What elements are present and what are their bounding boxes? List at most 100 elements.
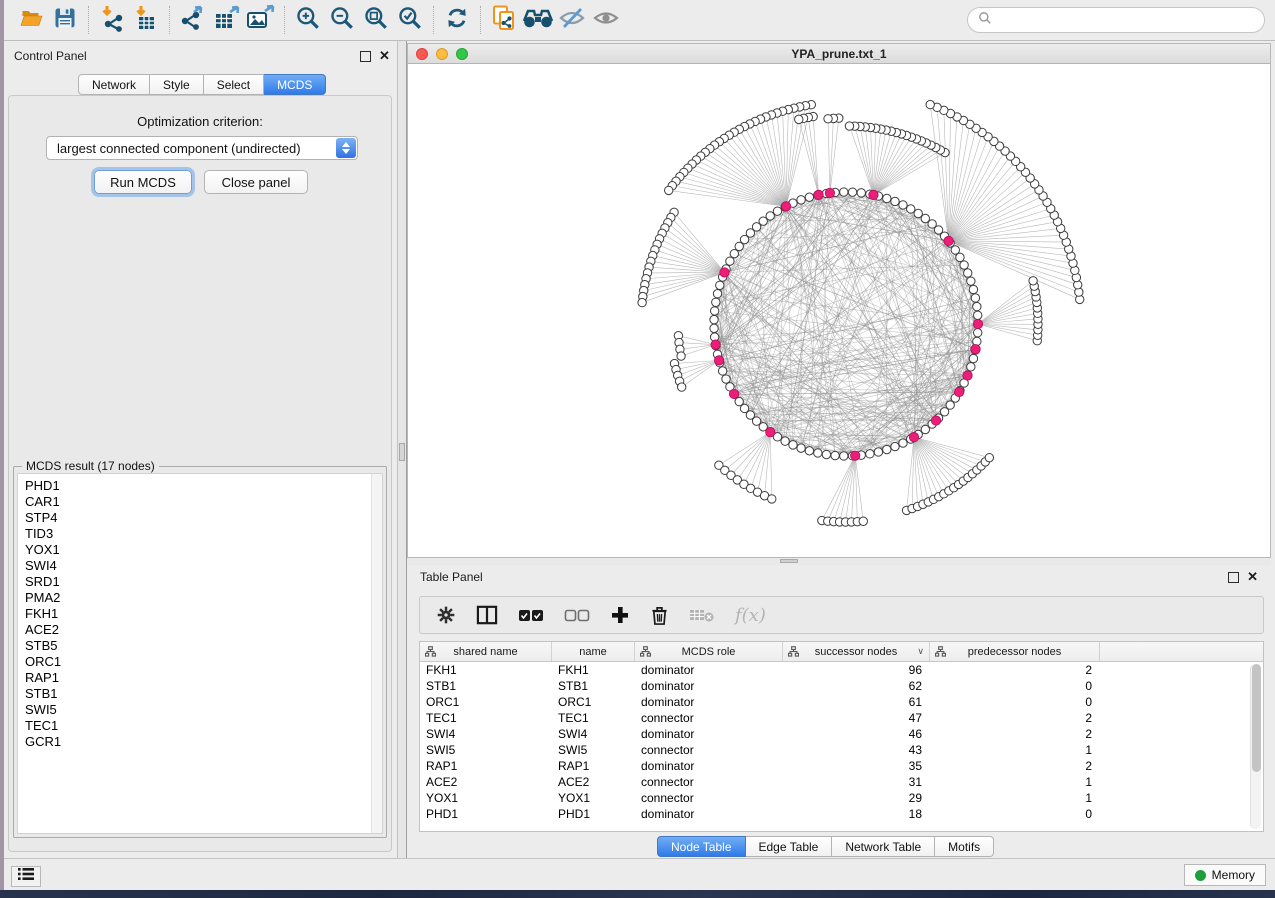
- cell-predecessor_nodes[interactable]: 0: [930, 678, 1100, 694]
- cell-name[interactable]: RAP1: [552, 758, 635, 774]
- cell-successor_nodes[interactable]: 43: [783, 742, 930, 758]
- cell-name[interactable]: STB1: [552, 678, 635, 694]
- cell-successor_nodes[interactable]: 61: [783, 694, 930, 710]
- table-scrollbar[interactable]: [1250, 664, 1261, 829]
- mcds-result-item[interactable]: STB1: [25, 686, 382, 702]
- mcds-result-item[interactable]: PHD1: [25, 478, 382, 494]
- cell-name[interactable]: SWI4: [552, 726, 635, 742]
- cell-name[interactable]: TEC1: [552, 710, 635, 726]
- cell-mcds_role[interactable]: dominator: [635, 726, 783, 742]
- mcds-result-item[interactable]: ACE2: [25, 622, 382, 638]
- cell-shared_name[interactable]: TEC1: [420, 710, 552, 726]
- mcds-result-item[interactable]: STB5: [25, 638, 382, 654]
- column-header-shared-name[interactable]: shared name: [420, 642, 552, 661]
- cell-shared_name[interactable]: RAP1: [420, 758, 552, 774]
- tab-node-table[interactable]: Node Table: [657, 836, 746, 857]
- cell-shared_name[interactable]: YOX1: [420, 790, 552, 806]
- cell-successor_nodes[interactable]: 96: [783, 662, 930, 678]
- import-network-button[interactable]: [95, 4, 129, 36]
- binoculars-button[interactable]: [521, 4, 555, 36]
- cell-successor_nodes[interactable]: 29: [783, 790, 930, 806]
- export-network-button[interactable]: [176, 4, 210, 36]
- delete-column-icon[interactable]: [650, 605, 669, 626]
- column-header-successor-nodes[interactable]: successor nodes∨: [783, 642, 930, 661]
- cell-shared_name[interactable]: SWI4: [420, 726, 552, 742]
- horizontal-splitter[interactable]: [407, 558, 1271, 565]
- deselect-checkboxes-icon[interactable]: [564, 607, 590, 623]
- cell-successor_nodes[interactable]: 62: [783, 678, 930, 694]
- mcds-result-item[interactable]: GCR1: [25, 734, 382, 750]
- cell-name[interactable]: ORC1: [552, 694, 635, 710]
- cell-name[interactable]: SWI5: [552, 742, 635, 758]
- tab-network-table[interactable]: Network Table: [832, 836, 935, 857]
- cell-mcds_role[interactable]: connector: [635, 710, 783, 726]
- tab-motifs[interactable]: Motifs: [935, 836, 994, 857]
- cell-name[interactable]: YOX1: [552, 790, 635, 806]
- cell-predecessor_nodes[interactable]: 2: [930, 710, 1100, 726]
- cell-successor_nodes[interactable]: 46: [783, 726, 930, 742]
- zoom-fit-button[interactable]: [359, 4, 393, 36]
- cell-mcds_role[interactable]: dominator: [635, 806, 783, 822]
- save-session-button[interactable]: [48, 4, 82, 36]
- eye-pen-button[interactable]: [555, 4, 589, 36]
- cell-predecessor_nodes[interactable]: 2: [930, 726, 1100, 742]
- eye-button[interactable]: [589, 4, 623, 36]
- cell-shared_name[interactable]: SWI5: [420, 742, 552, 758]
- zoom-selected-button[interactable]: [393, 4, 427, 36]
- tab-network[interactable]: Network: [78, 74, 150, 95]
- zoom-in-button[interactable]: [291, 4, 325, 36]
- table-row[interactable]: ORC1ORC1dominator610: [420, 694, 1263, 710]
- mcds-result-item[interactable]: SWI5: [25, 702, 382, 718]
- cell-mcds_role[interactable]: dominator: [635, 678, 783, 694]
- cell-shared_name[interactable]: STB1: [420, 678, 552, 694]
- export-image-button[interactable]: [244, 4, 278, 36]
- table-panel-float-button[interactable]: [1228, 572, 1239, 583]
- column-header-name[interactable]: name: [552, 642, 635, 661]
- cell-predecessor_nodes[interactable]: 2: [930, 758, 1100, 774]
- column-header-MCDS-role[interactable]: MCDS role: [635, 642, 783, 661]
- mcds-result-item[interactable]: SRD1: [25, 574, 382, 590]
- cell-mcds_role[interactable]: dominator: [635, 694, 783, 710]
- vertical-splitter[interactable]: [397, 41, 407, 858]
- cell-mcds_role[interactable]: connector: [635, 774, 783, 790]
- cell-predecessor_nodes[interactable]: 0: [930, 694, 1100, 710]
- cell-mcds_role[interactable]: connector: [635, 790, 783, 806]
- cell-shared_name[interactable]: FKH1: [420, 662, 552, 678]
- tab-select[interactable]: Select: [204, 74, 264, 95]
- import-table-button[interactable]: [129, 4, 163, 36]
- refresh-button[interactable]: [440, 4, 474, 36]
- mcds-result-item[interactable]: RAP1: [25, 670, 382, 686]
- cell-shared_name[interactable]: ORC1: [420, 694, 552, 710]
- search-input[interactable]: [998, 13, 1254, 28]
- add-column-icon[interactable]: [610, 605, 630, 625]
- splitter-grip[interactable]: [780, 559, 798, 563]
- gear-icon[interactable]: [436, 605, 456, 625]
- table-row[interactable]: SWI5SWI5connector431: [420, 742, 1263, 758]
- mcds-result-item[interactable]: SWI4: [25, 558, 382, 574]
- tab-mcds[interactable]: MCDS: [264, 74, 326, 95]
- mcds-result-item[interactable]: TID3: [25, 526, 382, 542]
- cell-successor_nodes[interactable]: 35: [783, 758, 930, 774]
- splitter-grip[interactable]: [399, 443, 405, 461]
- mcds-result-item[interactable]: FKH1: [25, 606, 382, 622]
- cell-name[interactable]: PHD1: [552, 806, 635, 822]
- mcds-result-list[interactable]: PHD1CAR1STP4TID3YOX1SWI4SRD1PMA2FKH1ACE2…: [17, 473, 383, 834]
- mcds-result-item[interactable]: CAR1: [25, 494, 382, 510]
- export-table-button[interactable]: [210, 4, 244, 36]
- cell-name[interactable]: FKH1: [552, 662, 635, 678]
- cell-predecessor_nodes[interactable]: 1: [930, 774, 1100, 790]
- cell-shared_name[interactable]: ACE2: [420, 774, 552, 790]
- mcds-result-item[interactable]: YOX1: [25, 542, 382, 558]
- cell-name[interactable]: ACE2: [552, 774, 635, 790]
- column-header-predecessor-nodes[interactable]: predecessor nodes: [930, 642, 1100, 661]
- task-history-button[interactable]: [11, 866, 41, 887]
- table-row[interactable]: FKH1FKH1dominator962: [420, 662, 1263, 678]
- memory-button[interactable]: Memory: [1184, 864, 1266, 886]
- table-row[interactable]: PHD1PHD1dominator180: [420, 806, 1263, 822]
- cell-successor_nodes[interactable]: 47: [783, 710, 930, 726]
- control-panel-float-button[interactable]: [360, 51, 371, 62]
- cell-successor_nodes[interactable]: 31: [783, 774, 930, 790]
- run-mcds-button[interactable]: Run MCDS: [94, 170, 192, 194]
- tab-style[interactable]: Style: [150, 74, 204, 95]
- cell-shared_name[interactable]: PHD1: [420, 806, 552, 822]
